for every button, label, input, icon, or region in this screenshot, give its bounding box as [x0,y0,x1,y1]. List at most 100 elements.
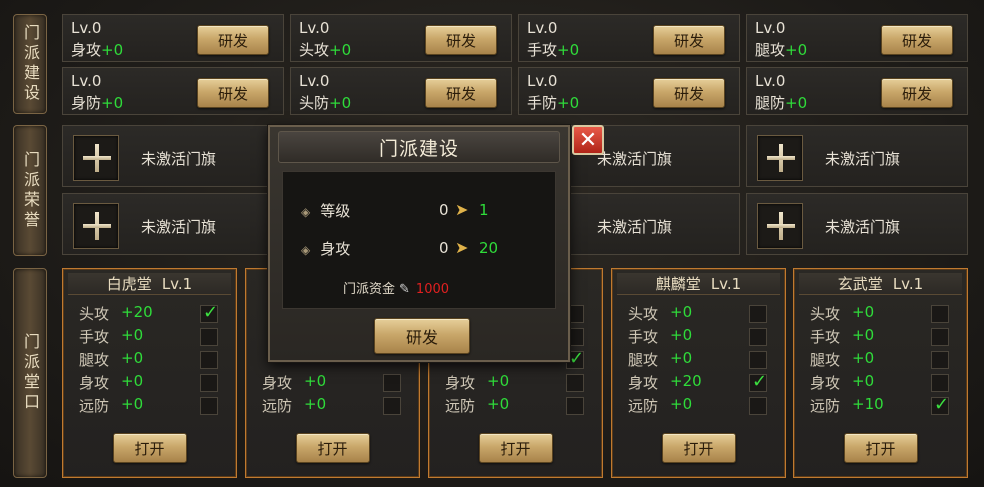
flag-text: 未激活门旗 [597,150,673,168]
checkbox[interactable]: ✓ [931,394,949,415]
attr-cell-leg-attack: Lv.0 腿攻+0 研发 [746,14,968,62]
hall-row: 远防 +0 [79,395,222,418]
open-button[interactable]: 打开 [112,433,187,463]
arrow-right-icon: ➤ [455,238,469,257]
checkbox[interactable] [749,397,767,415]
hall-row: 腿攻 +0 [810,349,953,372]
hall-card-baihu: 白虎堂 Lv.1 头攻 +20 ✓ 手攻 +0 腿攻 +0 身攻 +0 远防 +0 打开 [62,268,237,478]
level-text: Lv.0 [299,72,330,90]
open-button[interactable]: 打开 [661,433,736,463]
flag-slot[interactable]: 未激活门旗 [62,125,284,187]
research-button[interactable]: 研发 [425,25,497,55]
stat-text: 腿防+0 [755,94,808,112]
hall-row: 头攻 +0 [810,303,953,326]
open-button[interactable]: 打开 [295,433,370,463]
checkbox[interactable] [749,351,767,369]
stat-text: 头防+0 [299,94,352,112]
plus-icon[interactable] [757,203,803,249]
flag-text: 未激活门旗 [597,218,673,236]
attr-cell-leg-defense: Lv.0 腿防+0 研发 [746,67,968,115]
hall-row: 远防 +0 [262,395,405,418]
hall-row: 身攻 +0 [262,372,405,395]
level-text: Lv.0 [755,72,786,90]
attr-cell-body-attack: Lv.0 身攻+0 研发 [62,14,284,62]
stat-text: 头攻+0 [299,41,352,59]
checkbox[interactable] [931,351,949,369]
hall-name: 白虎堂 [106,275,152,293]
hall-row: 腿攻 +0 [628,349,771,372]
level-text: Lv.0 [755,19,786,37]
hall-row: 远防 +10 ✓ [810,394,950,415]
label-sect-honor: 门派荣誉 [13,125,47,256]
stat-text: 身攻+0 [71,41,124,59]
hall-name: 麒麟堂 [655,275,701,293]
checkbox[interactable] [200,328,218,346]
plus-icon[interactable] [73,203,119,249]
stat-text: 手防+0 [527,94,580,112]
hall-header: 白虎堂 Lv.1 [68,273,231,295]
flag-text: 未激活门旗 [825,150,901,168]
plus-icon[interactable] [757,135,803,181]
checkbox[interactable] [749,305,767,323]
close-icon[interactable]: ✕ [572,125,604,155]
plus-icon[interactable] [73,135,119,181]
stat-text: 身防+0 [71,94,124,112]
sect-build-dialog: 门派建设 ◈ 等级 0 ➤ 1 ◈ 身攻 0 ➤ 20 门派资金 ✎ 1000 研发 [268,125,570,362]
hall-header: 玄武堂 Lv.1 [799,273,962,295]
research-button[interactable]: 研发 [653,78,725,108]
checkbox[interactable]: ✓ [749,371,768,392]
stat-to: 20 [479,239,499,257]
open-button[interactable]: 打开 [478,433,553,463]
level-from: 0 [439,201,449,219]
flag-slot[interactable]: 未激活门旗 [62,193,284,255]
hall-level: Lv.1 [161,274,193,293]
level-text: Lv.0 [527,19,558,37]
hall-header: 麒麟堂 Lv.1 [617,273,780,295]
attr-cell-hand-attack: Lv.0 手攻+0 研发 [518,14,740,62]
hall-row: 身攻 +20 ✓ [628,371,768,392]
hall-row: 头攻 +20 ✓ [79,302,219,323]
checkbox[interactable] [200,351,218,369]
dialog-research-button[interactable]: 研发 [374,318,470,354]
fund-icon: ✎ [399,282,410,297]
hall-name: 玄武堂 [837,275,883,293]
flag-text: 未激活门旗 [141,150,217,168]
level-row: ◈ 等级 [301,202,351,220]
game-screen: 门派建设 门派荣誉 门派堂口 Lv.0 身攻+0 研发 Lv.0 头攻+0 研发… [0,0,984,487]
diamond-icon: ◈ [301,205,311,219]
research-button[interactable]: 研发 [197,25,269,55]
checkbox[interactable] [383,397,401,415]
checkbox[interactable] [566,397,584,415]
research-button[interactable]: 研发 [425,78,497,108]
flag-slot[interactable]: 未激活门旗 [746,193,968,255]
checkbox[interactable]: ✓ [200,302,218,323]
flag-text: 未激活门旗 [825,218,901,236]
dialog-title: 门派建设 [278,131,560,163]
checkbox[interactable] [383,374,401,392]
checkbox[interactable] [931,305,949,323]
level-text: Lv.0 [71,19,102,37]
hall-level: Lv.1 [892,274,924,293]
fund-line: 门派资金 ✎ 1000 [343,282,450,297]
level-text: Lv.0 [71,72,102,90]
hall-row: 远防 +0 [628,395,771,418]
check-icon: ✓ [569,348,585,369]
checkbox[interactable] [931,374,949,392]
checkbox[interactable] [200,374,218,392]
checkbox[interactable] [566,374,584,392]
flag-slot[interactable]: 未激活门旗 [746,125,968,187]
checkbox[interactable] [749,328,767,346]
dialog-body: ◈ 等级 0 ➤ 1 ◈ 身攻 0 ➤ 20 门派资金 ✎ 1000 [282,171,556,309]
research-button[interactable]: 研发 [881,25,953,55]
open-button[interactable]: 打开 [843,433,918,463]
label-sect-build: 门派建设 [13,14,47,114]
research-button[interactable]: 研发 [197,78,269,108]
checkbox[interactable] [931,328,949,346]
flag-text: 未激活门旗 [141,218,217,236]
stat-from: 0 [439,239,449,257]
check-icon: ✓ [752,371,768,392]
hall-row: 手攻 +0 [810,326,953,349]
research-button[interactable]: 研发 [653,25,725,55]
research-button[interactable]: 研发 [881,78,953,108]
checkbox[interactable] [200,397,218,415]
